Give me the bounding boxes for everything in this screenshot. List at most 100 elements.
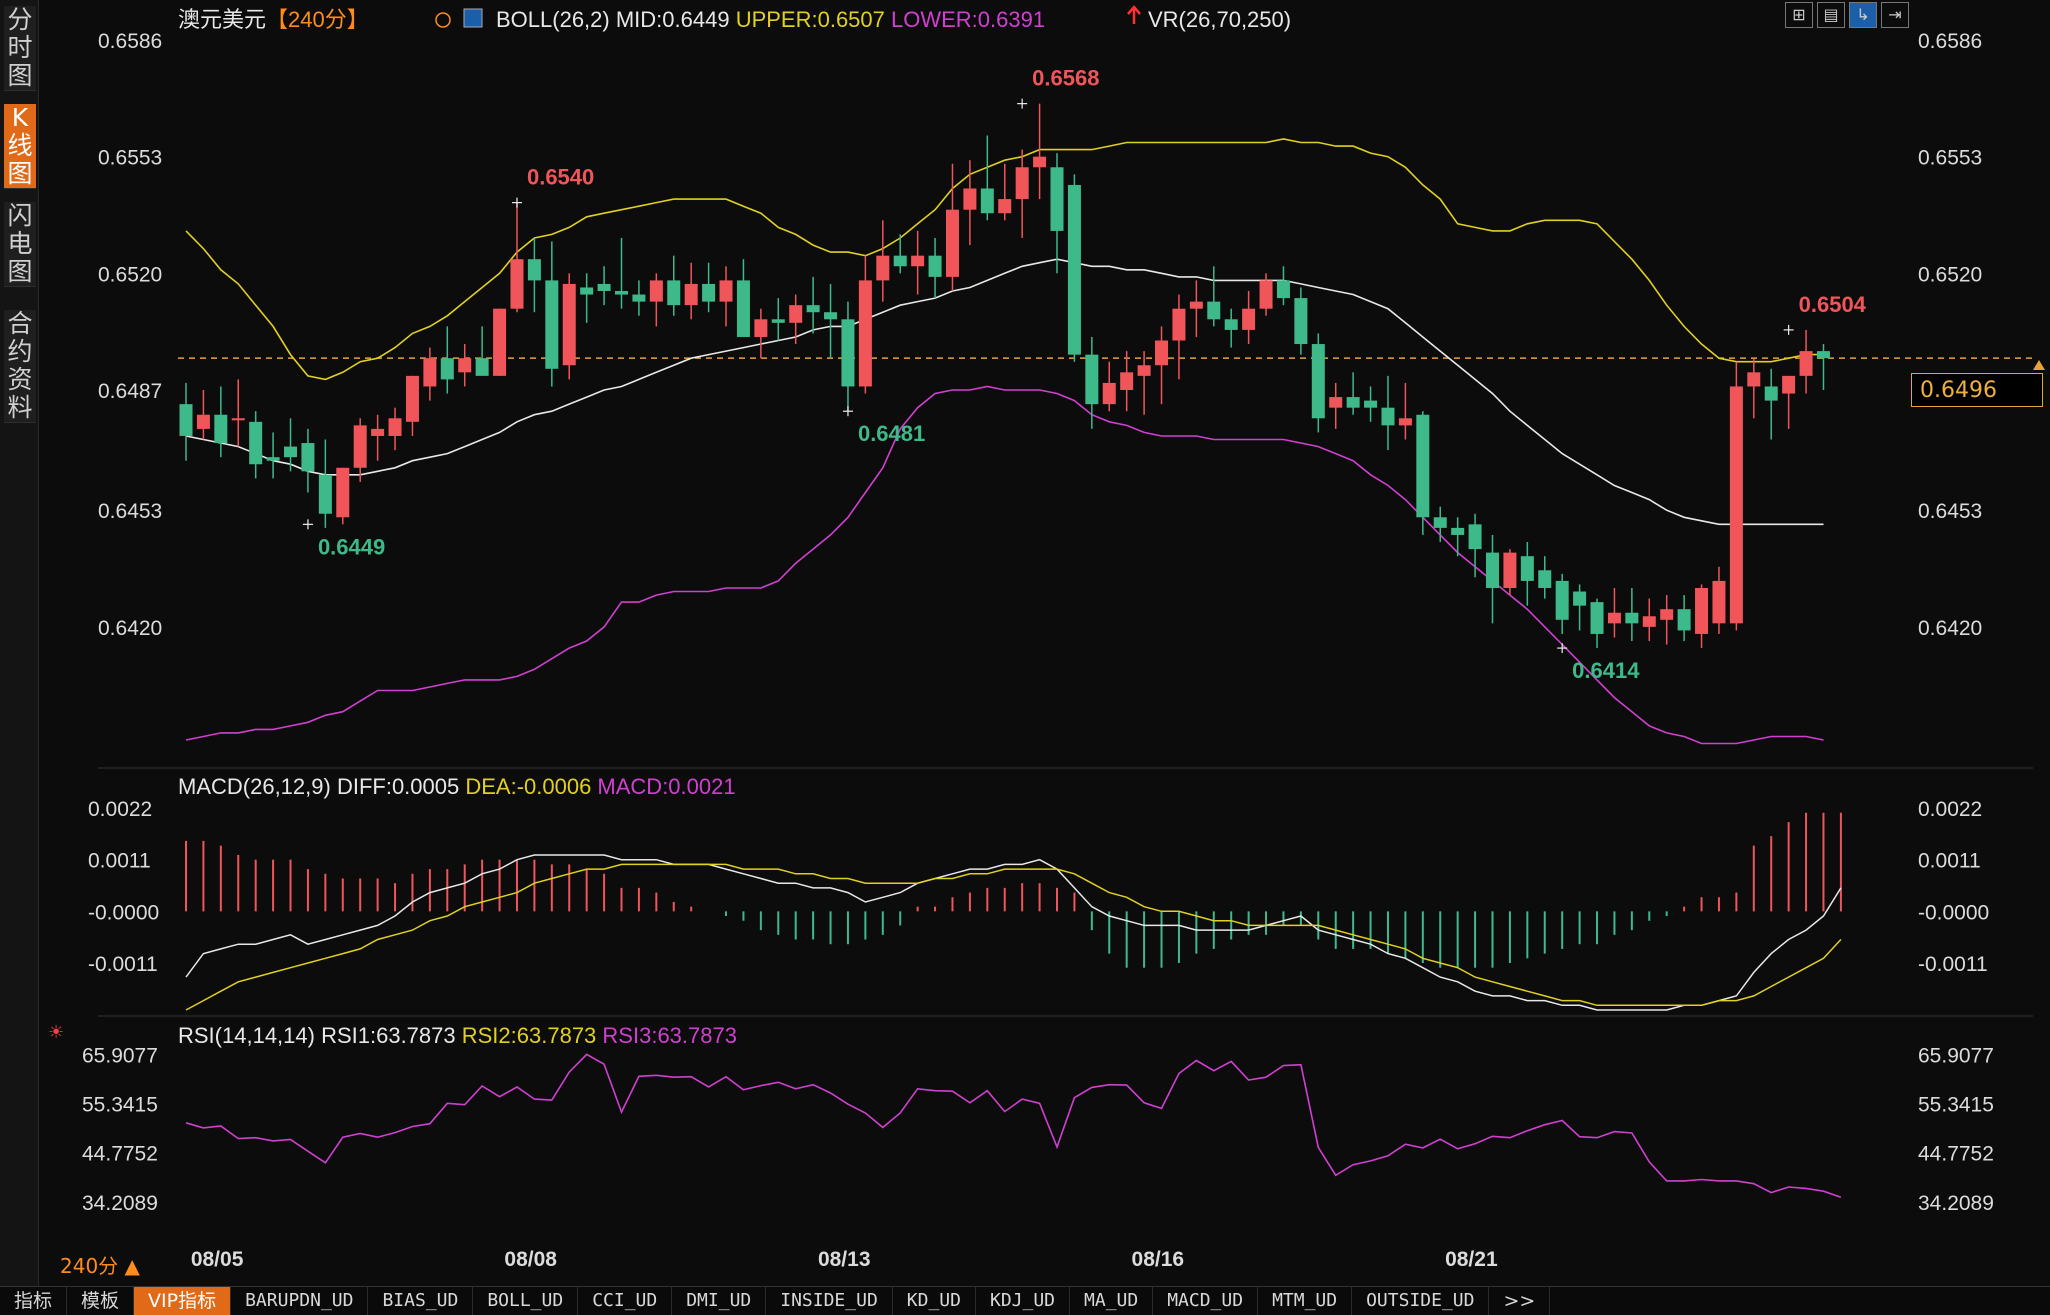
left-tab-3[interactable]: 合约资料 [4,310,36,423]
candle-body[interactable] [1085,354,1099,405]
candle-body[interactable] [1433,517,1447,528]
candle-body[interactable] [1189,301,1203,309]
candle-body[interactable] [1416,414,1430,518]
bottom-tab-10[interactable]: KDJ_UD [976,1287,1071,1315]
candle-body[interactable] [1224,319,1238,330]
candle-body[interactable] [1451,527,1465,535]
candle-body[interactable] [580,287,594,295]
candle-body[interactable] [440,358,454,380]
candle-body[interactable] [1259,280,1273,309]
bottom-tab-6[interactable]: CCI_UD [578,1287,673,1315]
candle-body[interactable] [1764,386,1778,401]
candle-body[interactable] [858,280,872,387]
candle-body[interactable] [1207,301,1221,320]
bottom-tab-9[interactable]: KD_UD [893,1287,976,1315]
candle-body[interactable] [1468,524,1482,550]
candle-body[interactable] [893,255,907,267]
candle-body[interactable] [1520,556,1534,581]
candle-body[interactable] [249,421,263,465]
candle-body[interactable] [632,294,646,302]
bottom-tab-5[interactable]: BOLL_UD [473,1287,579,1315]
candle-body[interactable] [1782,375,1796,394]
fullscreen-icon[interactable]: ⇥ [1881,2,1909,28]
candle-body[interactable] [475,358,489,376]
candle-body[interactable] [1155,340,1169,366]
candle-body[interactable] [911,255,925,267]
candle-body[interactable] [980,188,994,214]
candle-body[interactable] [824,312,838,320]
crosshair-icon[interactable] [435,12,451,28]
candle-body[interactable] [1242,308,1256,330]
candle-body[interactable] [1067,184,1081,355]
candle-body[interactable] [771,319,785,323]
candle-body[interactable] [841,319,855,387]
candle-body[interactable] [1799,351,1813,376]
candle-body[interactable] [1642,616,1656,627]
candle-body[interactable] [388,418,402,436]
candle-body[interactable] [231,418,245,421]
candle-body[interactable] [1625,612,1639,624]
candle-body[interactable] [562,283,576,366]
candle-body[interactable] [615,291,628,295]
candle-body[interactable] [1660,609,1674,620]
candle-body[interactable] [1120,372,1134,390]
candle-body[interactable] [527,259,541,281]
bottom-tab-7[interactable]: DMI_UD [672,1287,767,1315]
left-tab-0[interactable]: 分时图 [4,6,36,91]
candle-body[interactable] [1486,552,1499,588]
candle-body[interactable] [597,283,611,292]
candle-body[interactable] [1346,397,1360,408]
candle-body[interactable] [719,280,733,302]
candle-body[interactable] [284,446,298,458]
candle-body[interactable] [405,375,419,422]
candle-body[interactable] [1033,156,1047,168]
left-tab-2[interactable]: 闪电图 [4,202,36,287]
candle-body[interactable] [1747,372,1761,387]
candle-body[interactable] [1538,570,1552,588]
candle-body[interactable] [963,188,977,210]
candle-body[interactable] [1729,386,1743,624]
bottom-tab-3[interactable]: BARUPDN_UD [231,1287,369,1315]
candle-body[interactable] [545,280,559,369]
candle-body[interactable] [1503,552,1517,588]
bottom-tab-0[interactable]: 指标 [0,1287,68,1315]
candle-body[interactable] [371,428,385,436]
candle-body[interactable] [493,308,507,376]
candle-body[interactable] [736,280,750,337]
candle-body[interactable] [1555,580,1569,620]
boll-indicator-icon[interactable] [463,8,483,28]
candle-body[interactable] [806,305,820,313]
sun-icon[interactable]: ☀ [48,1022,64,1043]
bottom-tab-11[interactable]: MA_UD [1070,1287,1154,1315]
candle-body[interactable] [702,283,716,302]
candle-body[interactable] [353,425,367,468]
candle-body[interactable] [423,358,437,387]
candle-body[interactable] [1398,418,1412,426]
candle-body[interactable] [1607,612,1621,624]
candle-body[interactable] [266,457,280,461]
candle-body[interactable] [945,209,959,277]
candle-body[interactable] [1276,280,1290,299]
candle-body[interactable] [1015,167,1029,200]
bottom-tab-14[interactable]: OUTSIDE_UD [1352,1287,1490,1315]
bottom-tab-1[interactable]: 模板 [67,1287,135,1315]
candle-body[interactable] [1590,602,1604,634]
candle-body[interactable] [301,443,315,472]
candle-body[interactable] [1573,591,1587,606]
candle-body[interactable] [1172,308,1186,341]
candle-body[interactable] [1329,397,1343,408]
candle-body[interactable] [1050,167,1064,231]
candle-body[interactable] [684,283,698,306]
candle-body[interactable] [1677,609,1691,631]
candle-body[interactable] [214,414,228,444]
candle-body[interactable] [1137,365,1151,376]
candle-body[interactable] [1294,298,1308,345]
candle-body[interactable] [1311,344,1325,419]
candle-body[interactable] [336,467,350,518]
bottom-tab-4[interactable]: BIAS_UD [368,1287,474,1315]
candle-body[interactable] [1381,407,1395,426]
candle-body[interactable] [318,474,332,514]
grid-icon[interactable]: ⊞ [1785,2,1813,28]
candle-body[interactable] [754,319,768,337]
bottom-tab-8[interactable]: INSIDE_UD [766,1287,893,1315]
